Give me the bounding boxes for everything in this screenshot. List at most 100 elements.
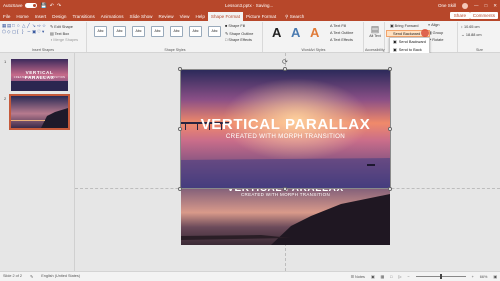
tab-home[interactable]: Home xyxy=(13,12,31,21)
send-backward-icon: ▣ xyxy=(393,39,397,44)
toggle-switch[interactable] xyxy=(24,3,37,8)
text-fill-button[interactable]: A Text Fill xyxy=(330,24,346,28)
group-button[interactable]: ▦ Group xyxy=(428,30,443,35)
resize-handle-sw[interactable] xyxy=(178,187,182,191)
autosave-toggle[interactable]: AutoSave xyxy=(3,3,37,8)
slide-thumbnail-2[interactable] xyxy=(9,94,70,130)
language-indicator[interactable]: English (United States) xyxy=(41,274,80,279)
edit-shape-button[interactable]: ✎ Edit Shape xyxy=(50,24,73,29)
close-icon[interactable]: ✕ xyxy=(493,3,497,9)
resize-handle-s[interactable] xyxy=(283,187,287,191)
bring-forward-button[interactable]: ▣ Bring Forward xyxy=(390,23,419,28)
merge-shapes-icon: ◑ xyxy=(50,38,53,42)
align-label: Align xyxy=(431,23,440,27)
tab-review[interactable]: Review xyxy=(156,12,177,21)
align-button[interactable]: ≡ Align xyxy=(428,23,440,27)
height-field[interactable]: ↕ 10.65 cm xyxy=(461,25,480,29)
account-name[interactable]: One Skill xyxy=(438,3,456,8)
slide-subtitle-behind: CREATED WITH MORPH TRANSITION xyxy=(240,192,331,197)
shapes-gallery[interactable]: ▦ ▤ □ ○ △ ╱ ↘ ⇨ ☆ ⬠ ◇ ▢ { } ∽ ▣ ♡ ▾ xyxy=(2,23,48,35)
tab-view[interactable]: View xyxy=(177,12,193,21)
rotate-handle-icon[interactable]: ⟳ xyxy=(282,58,288,66)
zoom-slider[interactable] xyxy=(415,274,466,279)
document-title: Lesson3.pptx · Saving... xyxy=(225,3,274,8)
notes-button[interactable]: ☰ Notes xyxy=(351,274,365,279)
wordart-style-2[interactable]: A xyxy=(291,25,300,40)
shape-style-7[interactable]: Abc xyxy=(208,26,221,37)
mouse-pointer-highlight xyxy=(421,29,429,37)
tab-design[interactable]: Design xyxy=(49,12,69,21)
text-effects-button[interactable]: A Text Effects xyxy=(330,38,353,42)
save-icon[interactable]: 💾 xyxy=(41,3,47,9)
shape-style-4[interactable]: Abc xyxy=(151,26,164,37)
restore-icon[interactable]: □ xyxy=(485,3,488,8)
normal-view-icon[interactable]: ▣ xyxy=(371,274,375,279)
text-fill-icon: A xyxy=(330,24,333,28)
alt-text-icon: ▤ xyxy=(370,24,380,34)
menu-item-send-backward[interactable]: ▣ Send Backward xyxy=(390,38,429,46)
status-bar: Slide 2 of 2 ✎ English (United States) ☰… xyxy=(0,271,500,281)
slide-background-image[interactable]: VERTICAL PARALLAX CREATED WITH MORPH TRA… xyxy=(181,186,390,245)
tab-picture-format[interactable]: Picture Format xyxy=(243,12,279,21)
notes-icon: ☰ xyxy=(350,275,354,279)
redo-icon[interactable]: ↷ xyxy=(57,3,61,9)
resize-handle-w[interactable] xyxy=(178,127,182,131)
shape-style-3[interactable]: Abc xyxy=(132,26,145,37)
reading-view-icon[interactable]: □ xyxy=(390,275,392,279)
shape-outline-button[interactable]: ✎ Shape Outline xyxy=(225,31,253,36)
slide-thumbnail-1[interactable]: VERTICAL PARALLAX CREATED WITH MORPH TRA… xyxy=(11,59,68,91)
shape-style-1[interactable]: Abc xyxy=(94,26,107,37)
resize-handle-se[interactable] xyxy=(388,187,392,191)
zoom-level[interactable]: 66% xyxy=(480,275,488,279)
rotate-button[interactable]: ⟳ Rotate xyxy=(428,37,443,42)
shape-effects-label: Shape Effects xyxy=(228,38,252,42)
wordart-style-1[interactable]: A xyxy=(272,25,281,40)
shape-effects-button[interactable]: □ Shape Effects xyxy=(225,38,252,42)
shape-fill-button[interactable]: ■ Shape Fill xyxy=(225,24,245,28)
tab-transitions[interactable]: Transitions xyxy=(69,12,97,21)
tab-file[interactable]: File xyxy=(0,12,13,21)
width-icon: ↔ xyxy=(461,33,465,37)
minimize-icon[interactable]: — xyxy=(474,3,479,8)
width-field[interactable]: ↔ 18.88 cm xyxy=(461,33,481,37)
text-box-button[interactable]: ▤ Text Box xyxy=(50,31,69,36)
effects-icon: □ xyxy=(225,38,228,42)
undo-icon[interactable]: ↶ xyxy=(50,3,54,9)
merge-shapes-button[interactable]: ◑ Merge Shapes xyxy=(50,38,78,42)
shape-more-icon[interactable]: ▾ xyxy=(42,29,47,35)
quick-access-toolbar: 💾 ↶ ↷ xyxy=(41,3,62,9)
tab-animations[interactable]: Animations xyxy=(98,12,127,21)
shape-style-5[interactable]: Abc xyxy=(170,26,183,37)
search-box[interactable]: ⚲ Search xyxy=(285,12,304,21)
shape-style-6[interactable]: Abc xyxy=(189,26,202,37)
bring-forward-label: Bring Forward xyxy=(394,24,419,28)
comments-button[interactable]: Comments xyxy=(469,12,498,19)
tab-shape-format[interactable]: Shape Format xyxy=(207,12,243,21)
avatar[interactable] xyxy=(462,2,468,9)
tab-insert[interactable]: Insert xyxy=(32,12,50,21)
slideshow-view-icon[interactable]: ▷ xyxy=(398,274,401,279)
slide-sorter-icon[interactable]: ▦ xyxy=(381,274,385,279)
tab-slide-show[interactable]: Slide Show xyxy=(127,12,156,21)
tab-help[interactable]: Help xyxy=(192,12,207,21)
wordart-style-3[interactable]: A xyxy=(310,25,319,40)
fit-slide-icon[interactable]: ▣ xyxy=(493,274,497,279)
text-outline-button[interactable]: A Text Outline xyxy=(330,31,353,35)
text-box-label: Text Box xyxy=(54,32,70,36)
share-button[interactable]: Share xyxy=(449,12,470,19)
resize-handle-n[interactable] xyxy=(283,67,287,71)
zoom-out-icon[interactable]: − xyxy=(407,275,409,279)
resize-handle-ne[interactable] xyxy=(388,67,392,71)
resize-handle-nw[interactable] xyxy=(178,67,182,71)
shape-style-2[interactable]: Abc xyxy=(113,26,126,37)
spellcheck-icon[interactable]: ✎ xyxy=(30,274,33,279)
zoom-in-icon[interactable]: + xyxy=(472,275,474,279)
width-value: 18.88 cm xyxy=(465,33,482,37)
ribbon-tabs: File Home Insert Design Transitions Anim… xyxy=(0,11,500,21)
insert-shapes-label: Insert Shapes xyxy=(31,48,55,52)
resize-handle-e[interactable] xyxy=(388,127,392,131)
alt-text-button[interactable]: ▤ Alt Text xyxy=(368,24,382,38)
shape-outline-label: Shape Outline xyxy=(229,32,254,36)
slide-number: 2 xyxy=(4,96,7,101)
bring-forward-icon: ▣ xyxy=(390,24,394,28)
